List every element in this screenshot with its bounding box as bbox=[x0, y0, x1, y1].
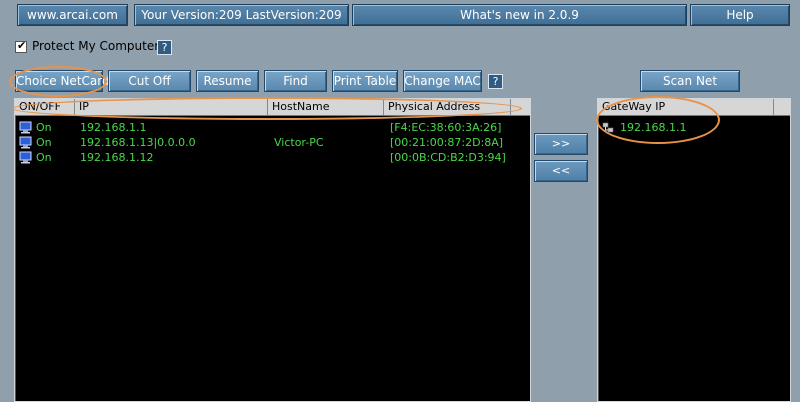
protect-checkbox[interactable]: ✔ bbox=[15, 39, 27, 53]
whats-new-button[interactable]: What's new in 2.0.9 bbox=[352, 4, 687, 26]
choice-netcard-button[interactable]: Choice NetCard bbox=[15, 70, 110, 92]
website-link-button[interactable]: www.arcai.com bbox=[17, 4, 128, 26]
computer-icon bbox=[19, 136, 32, 149]
gateway-ip-cell: 192.168.1.1 bbox=[620, 121, 687, 134]
scan-net-button[interactable]: Scan Net bbox=[640, 70, 740, 92]
mac-cell: [00:0B:CD:B2:D3:94] bbox=[390, 151, 506, 164]
move-left-button[interactable]: << bbox=[534, 160, 588, 182]
mac-cell: [F4:EC:38:60:3A:26] bbox=[390, 121, 502, 134]
gateway-list[interactable]: GateWay IP 192.168.1.1 bbox=[597, 98, 791, 402]
find-button[interactable]: Find bbox=[264, 70, 327, 92]
protect-help-button[interactable]: ? bbox=[157, 40, 172, 55]
toolbar-help-button[interactable]: ? bbox=[488, 74, 503, 89]
computer-icon bbox=[19, 151, 32, 164]
checkmark-icon: ✔ bbox=[17, 39, 27, 52]
cut-off-button[interactable]: Cut Off bbox=[108, 70, 191, 92]
column-header-physical-address[interactable]: Physical Address bbox=[384, 99, 511, 115]
column-header-ip[interactable]: IP bbox=[75, 99, 268, 115]
status-cell: On bbox=[36, 136, 52, 149]
ip-cell: 192.168.1.12 bbox=[80, 151, 154, 164]
mac-cell: [00:21:00:87:2D:8A] bbox=[390, 136, 504, 149]
host-table[interactable]: ON/OFF IP HostName Physical Address On 1… bbox=[14, 98, 531, 402]
table-row[interactable]: On 192.168.1.1 [F4:EC:38:60:3A:26] bbox=[15, 120, 530, 135]
resume-button[interactable]: Resume bbox=[196, 70, 259, 92]
gateway-header: GateWay IP bbox=[598, 99, 790, 116]
gateway-router-icon bbox=[602, 122, 614, 133]
hostname-cell: Victor-PC bbox=[274, 136, 324, 149]
status-cell: On bbox=[36, 121, 52, 134]
computer-icon bbox=[19, 121, 32, 134]
host-table-header: ON/OFF IP HostName Physical Address bbox=[15, 99, 530, 116]
print-table-button[interactable]: Print Table bbox=[332, 70, 398, 92]
table-row[interactable]: On 192.168.1.12 [00:0B:CD:B2:D3:94] bbox=[15, 150, 530, 165]
list-item[interactable]: 192.168.1.1 bbox=[598, 120, 790, 135]
status-cell: On bbox=[36, 151, 52, 164]
version-info: Your Version:209 LastVersion:209 bbox=[134, 4, 349, 26]
help-button[interactable]: Help bbox=[690, 4, 790, 26]
move-right-button[interactable]: >> bbox=[534, 133, 588, 155]
column-header-onoff[interactable]: ON/OFF bbox=[15, 99, 75, 115]
column-header-hostname[interactable]: HostName bbox=[268, 99, 384, 115]
column-header-gateway-ip[interactable]: GateWay IP bbox=[598, 99, 774, 115]
ip-cell: 192.168.1.13|0.0.0.0 bbox=[80, 136, 196, 149]
ip-cell: 192.168.1.1 bbox=[80, 121, 147, 134]
change-mac-button[interactable]: Change MAC bbox=[403, 70, 482, 92]
protect-label: Protect My Computer bbox=[32, 39, 160, 53]
table-row[interactable]: On 192.168.1.13|0.0.0.0 Victor-PC [00:21… bbox=[15, 135, 530, 150]
